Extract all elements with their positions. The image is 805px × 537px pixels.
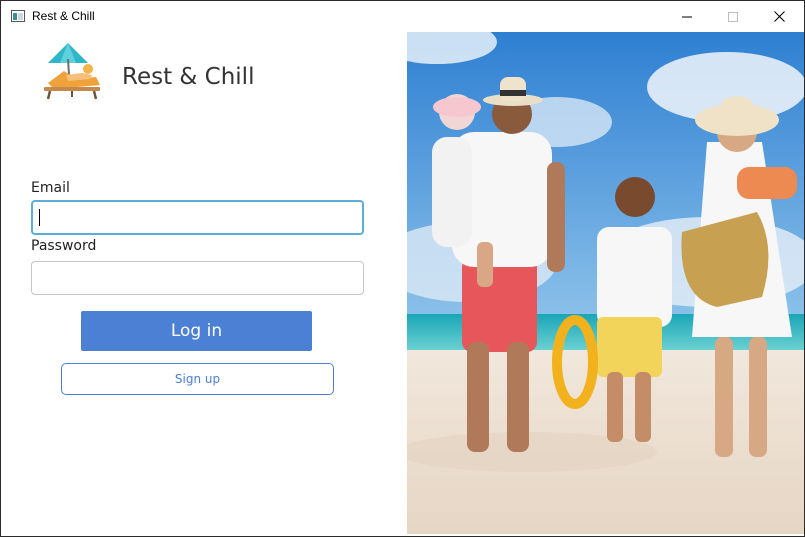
- login-button[interactable]: Log in: [81, 311, 312, 351]
- title-bar[interactable]: Rest & Chill: [1, 1, 804, 32]
- app-window-icon: [11, 10, 25, 22]
- password-field[interactable]: [31, 261, 364, 295]
- close-icon: [773, 11, 785, 22]
- maximize-button[interactable]: [710, 1, 756, 32]
- maximize-icon: [728, 11, 738, 22]
- family-walking-on-beach-photo: [407, 32, 804, 534]
- app-window: Rest & Chill Rest & Chill Email Password…: [0, 0, 805, 537]
- close-button[interactable]: [756, 1, 802, 32]
- email-field[interactable]: [31, 200, 364, 235]
- minimize-button[interactable]: [664, 1, 710, 32]
- text-caret: [39, 209, 40, 226]
- window-title: Rest & Chill: [32, 9, 95, 23]
- email-label: Email: [31, 180, 70, 196]
- signup-button[interactable]: Sign up: [61, 363, 334, 395]
- beach-scene-illustration: [407, 32, 804, 534]
- login-panel: Rest & Chill Email Password Log in Sign …: [2, 32, 407, 534]
- password-label: Password: [31, 238, 97, 254]
- app-brand-name: Rest & Chill: [122, 64, 255, 90]
- minimize-icon: [682, 16, 692, 17]
- beach-umbrella-lounger-icon: [44, 43, 100, 100]
